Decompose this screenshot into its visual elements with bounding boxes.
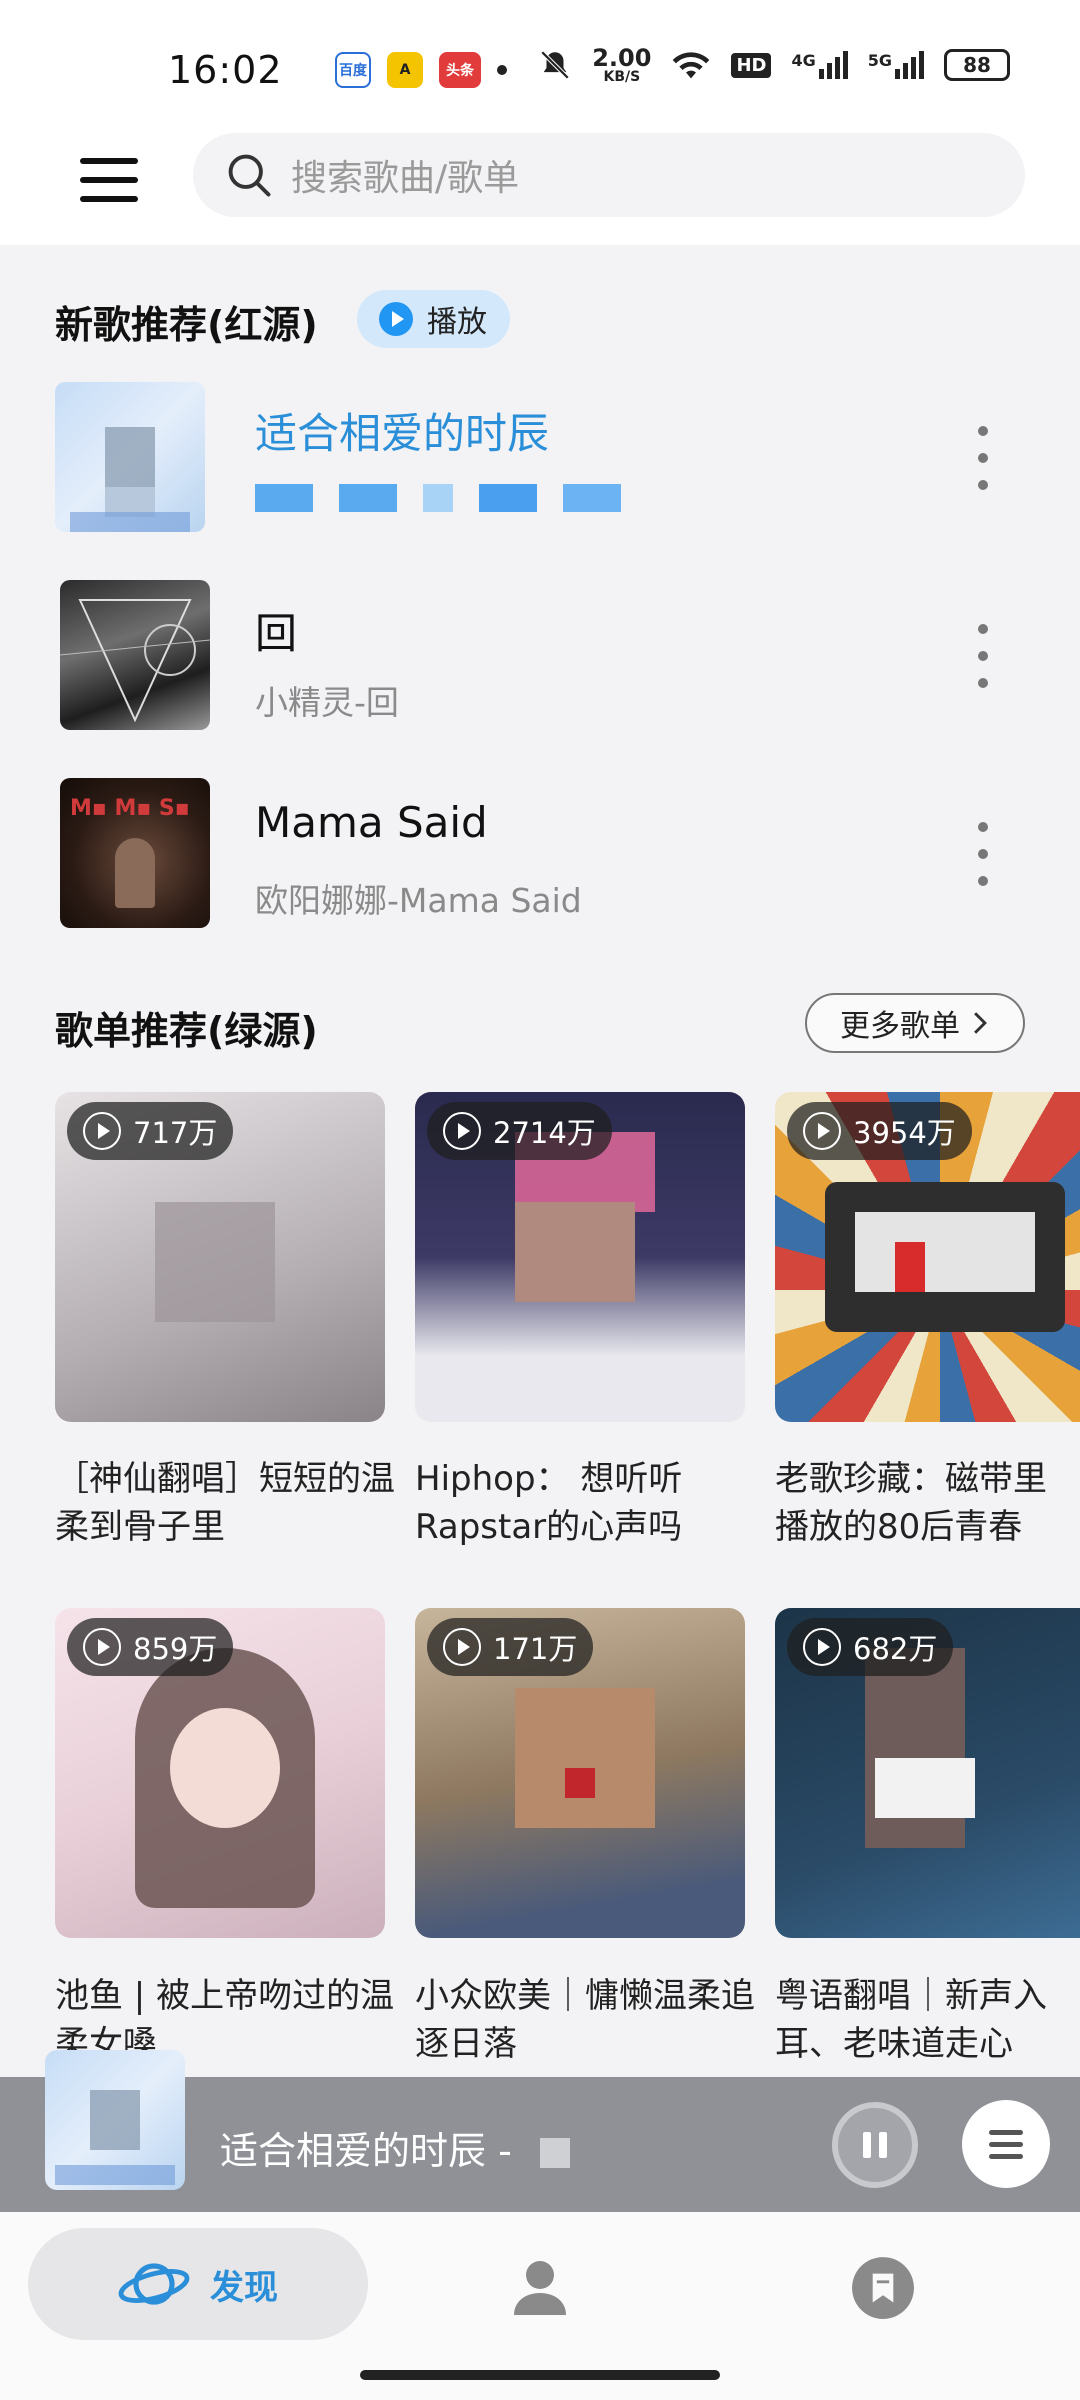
mini-player-cover[interactable] (45, 2050, 185, 2190)
play-count: 3954万 (787, 1102, 972, 1160)
nav-discover-label: 发现 (210, 2267, 278, 2308)
status-time: 16:02 (168, 48, 283, 92)
cover-art-icon (60, 599, 210, 723)
search-placeholder: 搜索歌曲/歌单 (291, 158, 520, 199)
play-all-label: 播放 (427, 305, 487, 340)
song-cover[interactable]: M▪ M▪ S▪ (60, 778, 210, 928)
new-songs-title: 新歌推荐(红源) (55, 303, 318, 347)
play-count-icon (83, 1628, 121, 1666)
mute-bell-icon (540, 50, 570, 80)
play-count: 682万 (787, 1618, 954, 1676)
wifi-icon (673, 52, 710, 79)
play-count: 2714万 (427, 1102, 612, 1160)
playlist-card[interactable]: 859万 (55, 1608, 385, 1938)
playlist-name[interactable]: 老歌珍藏：磁带里播放的80后青春 (775, 1455, 1080, 1551)
playlist-name[interactable]: 小众欧美｜慵懒温柔追逐日落 (415, 1972, 755, 2068)
baidu-app-icon: 百度 (335, 52, 371, 88)
playlists-title: 歌单推荐(绿源) (55, 1009, 318, 1053)
search-icon (228, 154, 271, 197)
song-more-icon[interactable] (973, 822, 993, 886)
planet-icon (118, 2263, 190, 2305)
nav-library-tab[interactable] (850, 2255, 916, 2321)
play-count-icon (803, 1112, 841, 1150)
song-title[interactable]: Mama Said (255, 798, 488, 847)
playlist-name[interactable]: ［神仙翻唱］短短的温柔到骨子里 (55, 1455, 395, 1551)
status-app-icons: 百度 A 头条 (335, 52, 507, 88)
play-count-icon (83, 1112, 121, 1150)
song-more-icon[interactable] (973, 624, 993, 688)
song-cover[interactable] (55, 382, 205, 532)
playlist-name[interactable]: Hiphop： 想听听Rapstar的心声吗 (415, 1455, 755, 1551)
more-playlists-button[interactable]: 更多歌单 (805, 993, 1025, 1053)
search-bar[interactable]: 搜索歌曲/歌单 (193, 133, 1025, 217)
more-playlists-label: 更多歌单 (840, 1009, 960, 1044)
menu-icon[interactable] (80, 158, 138, 202)
nav-profile-tab[interactable] (508, 2255, 572, 2319)
bookmark-icon (852, 2257, 914, 2319)
song-title[interactable]: 适合相爱的时辰 (255, 400, 549, 461)
nav-discover-tab[interactable]: 发现 (28, 2228, 368, 2340)
play-icon (379, 302, 413, 336)
person-icon (514, 2261, 566, 2315)
song-subtitle: 小精灵-回 (255, 683, 399, 722)
play-count: 859万 (67, 1618, 234, 1676)
playlist-card[interactable]: 682万 (775, 1608, 1080, 1938)
a-app-icon: A (387, 52, 423, 88)
song-subtitle-redacted (255, 484, 621, 512)
playlist-name[interactable]: 粤语翻唱｜新声入耳、老味道走心 (775, 1972, 1080, 2068)
play-count-icon (803, 1628, 841, 1666)
artist-redacted (540, 2138, 570, 2168)
chevron-right-icon (974, 1012, 987, 1034)
play-all-button[interactable]: 播放 (357, 290, 510, 348)
playlist-card[interactable]: 717万 (55, 1092, 385, 1422)
play-count-icon (443, 1112, 481, 1150)
pause-button[interactable] (832, 2102, 918, 2188)
playlist-card[interactable]: 3954万 (775, 1092, 1080, 1422)
notification-dot-icon (497, 65, 507, 75)
playlist-card[interactable]: 2714万 (415, 1092, 745, 1422)
playlist-queue-button[interactable] (962, 2100, 1050, 2188)
song-title[interactable]: 回 (255, 600, 297, 661)
cover-art-text: M▪ M▪ S▪ (70, 796, 190, 821)
song-cover[interactable] (60, 580, 210, 730)
playlist-card[interactable]: 171万 (415, 1608, 745, 1938)
battery-icon: 88 (944, 49, 1010, 81)
song-subtitle: 欧阳娜娜-Mama Said (255, 881, 582, 920)
play-count-icon (443, 1628, 481, 1666)
net-speed: 2.00 KB/S (592, 44, 652, 85)
home-indicator[interactable] (360, 2370, 720, 2380)
signal-4g-icon: 4G (791, 51, 848, 79)
toutiao-app-icon: 头条 (439, 52, 481, 88)
status-system-icons: 2.00 KB/S HD 4G 5G 88 (538, 46, 1010, 84)
mini-player-title[interactable]: 适合相爱的时辰 - (220, 2120, 512, 2175)
signal-5g-icon: 5G (868, 51, 924, 79)
hd-badge: HD (731, 52, 772, 78)
song-more-icon[interactable] (973, 426, 993, 490)
play-count: 171万 (427, 1618, 594, 1676)
play-count: 717万 (67, 1102, 234, 1160)
